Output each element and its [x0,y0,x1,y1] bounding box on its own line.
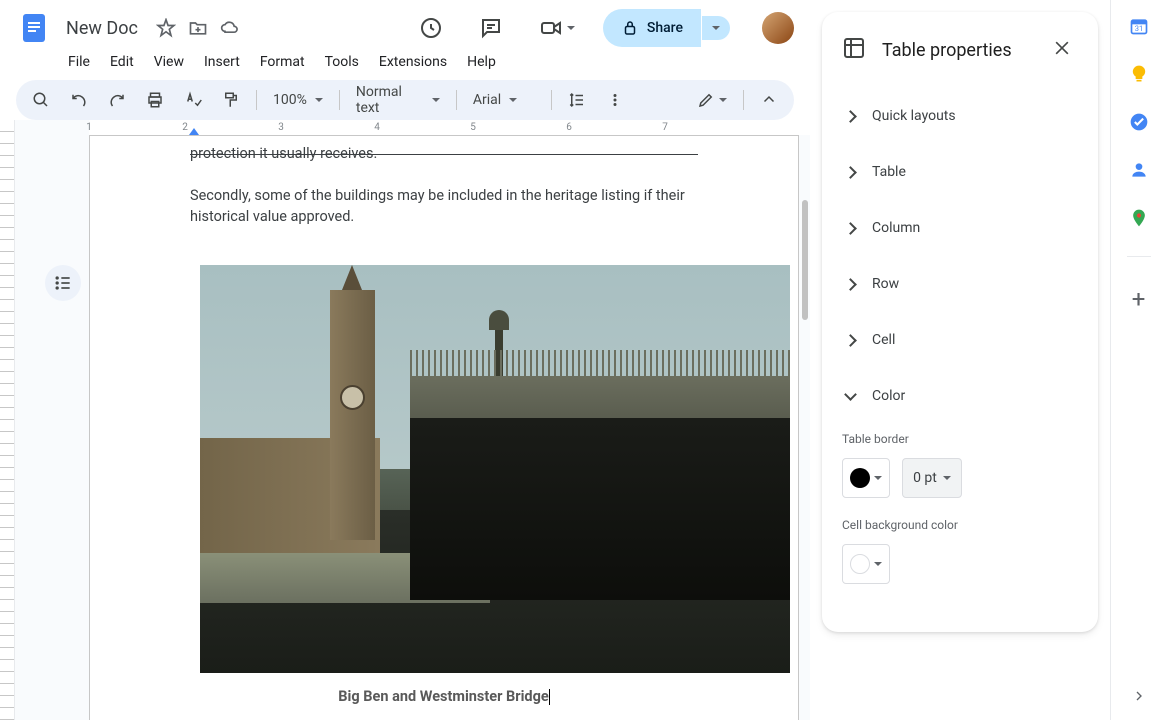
edit-mode-icon[interactable] [689,85,735,115]
right-rail: 31 + [1110,0,1166,720]
chevron-right-icon [840,106,860,126]
redo-icon[interactable] [100,85,134,115]
menu-format[interactable]: Format [252,50,313,74]
video-call-button[interactable] [531,8,583,48]
chevron-right-icon [840,162,860,182]
scrollbar[interactable] [802,200,808,320]
horizontal-ruler: 1 2 3 4 5 6 7 [89,120,810,135]
doc-title[interactable]: New Doc [60,16,144,41]
share-label: Share [647,20,683,36]
chevron-right-icon [840,330,860,350]
section-cell[interactable]: Cell [822,312,1098,368]
chevron-right-icon [840,274,860,294]
hide-rail-icon[interactable] [1131,689,1147,708]
history-icon[interactable] [411,8,451,48]
contacts-icon[interactable] [1129,160,1149,180]
color-swatch-black [850,468,870,488]
zoom-selector[interactable]: 100% [265,88,331,112]
table-icon [842,36,866,64]
doc-text-line: protection it usually receives. [190,144,698,164]
docs-logo[interactable] [16,10,52,46]
move-icon[interactable] [188,18,208,38]
print-icon[interactable] [138,85,172,115]
panel-title: Table properties [882,40,1030,61]
doc-paragraph: Secondly, some of the buildings may be i… [190,186,698,227]
sidebar-panel: Table properties Quick layouts Table Col… [810,0,1110,720]
search-icon[interactable] [24,85,58,115]
outline-button[interactable] [45,265,81,301]
line-spacing-icon[interactable] [560,85,594,115]
menu-view[interactable]: View [146,50,192,74]
menu-insert[interactable]: Insert [196,50,248,74]
chevron-down-icon [840,386,860,406]
menu-help[interactable]: Help [459,50,504,74]
border-label: Table border [842,432,1078,446]
paint-format-icon[interactable] [214,85,248,115]
collapse-icon[interactable] [752,85,786,115]
bg-color-button[interactable] [842,544,890,584]
cloud-icon[interactable] [220,18,240,38]
star-icon[interactable] [156,18,176,38]
close-icon[interactable] [1046,32,1078,68]
tasks-icon[interactable] [1129,112,1149,132]
share-button[interactable]: Share [603,9,701,47]
add-icon[interactable]: + [1132,285,1146,313]
maps-icon[interactable] [1129,208,1149,228]
avatar[interactable] [762,12,794,44]
share-dropdown[interactable] [702,16,730,40]
vertical-ruler [0,120,15,720]
section-table[interactable]: Table [822,144,1098,200]
more-icon[interactable] [598,85,632,115]
svg-text:31: 31 [1134,24,1142,33]
comment-icon[interactable] [471,8,511,48]
section-quick-layouts[interactable]: Quick layouts [822,88,1098,144]
menu-tools[interactable]: Tools [317,50,367,74]
doc-image[interactable] [200,265,790,673]
font-selector[interactable]: Arial [465,88,543,112]
section-row[interactable]: Row [822,256,1098,312]
bg-label: Cell background color [842,518,1078,532]
border-width-button[interactable]: 0 pt [902,458,962,498]
calendar-icon[interactable]: 31 [1129,16,1149,36]
keep-icon[interactable] [1129,64,1149,84]
image-caption: Big Ben and Westminster Bridge [190,687,698,707]
undo-icon[interactable] [62,85,96,115]
toolbar: 100% Normal text Arial [16,80,794,120]
header: New Doc [0,0,810,48]
section-color[interactable]: Color [822,368,1098,424]
style-selector[interactable]: Normal text [348,80,448,120]
spellcheck-icon[interactable] [176,85,210,115]
color-swatch-white [850,554,870,574]
chevron-right-icon [840,218,860,238]
border-color-button[interactable] [842,458,890,498]
section-column[interactable]: Column [822,200,1098,256]
menu-extensions[interactable]: Extensions [371,50,455,74]
menu-bar: File Edit View Insert Format Tools Exten… [0,48,810,80]
doc-page[interactable]: protection it usually receives. Secondly… [89,135,799,720]
menu-edit[interactable]: Edit [102,50,142,74]
menu-file[interactable]: File [60,50,98,74]
